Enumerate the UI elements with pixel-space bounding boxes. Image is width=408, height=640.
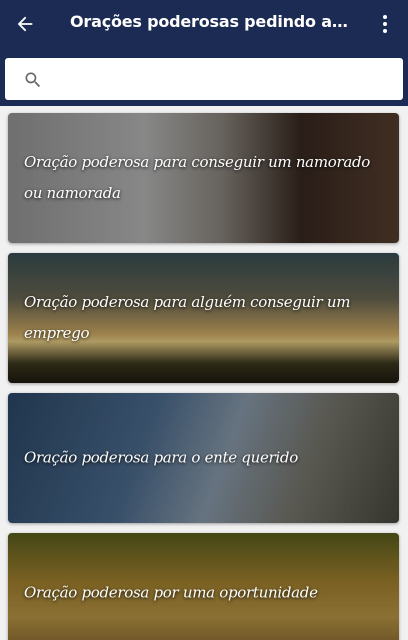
search-icon bbox=[25, 72, 41, 88]
list-item[interactable]: Oração poderosa para alguém conseguir um… bbox=[8, 253, 399, 383]
app-bar: Orações poderosas pedindo a luz do S... bbox=[0, 0, 408, 106]
card-title: Oração poderosa para conseguir um namora… bbox=[24, 153, 371, 202]
list-item[interactable]: Oração poderosa para o ente querido bbox=[8, 393, 399, 523]
overflow-menu-button[interactable] bbox=[372, 10, 398, 38]
list-item[interactable]: Oração poderosa por uma oportunidade bbox=[8, 533, 399, 640]
prayer-list: Oração poderosa para conseguir um namora… bbox=[0, 106, 408, 640]
search-input[interactable] bbox=[53, 66, 397, 94]
more-vertical-icon bbox=[383, 15, 387, 19]
card-title: Oração poderosa para o ente querido bbox=[24, 448, 298, 467]
back-button[interactable] bbox=[10, 10, 40, 38]
toolbar: Orações poderosas pedindo a luz do S... bbox=[0, 0, 408, 48]
arrow-left-icon bbox=[17, 16, 33, 32]
page-title: Orações poderosas pedindo a luz do S... bbox=[70, 12, 352, 31]
card-title: Oração poderosa para alguém conseguir um… bbox=[24, 293, 351, 342]
list-item[interactable]: Oração poderosa para conseguir um namora… bbox=[8, 113, 399, 243]
search-bar[interactable] bbox=[5, 58, 403, 100]
card-title: Oração poderosa por uma oportunidade bbox=[24, 583, 318, 602]
